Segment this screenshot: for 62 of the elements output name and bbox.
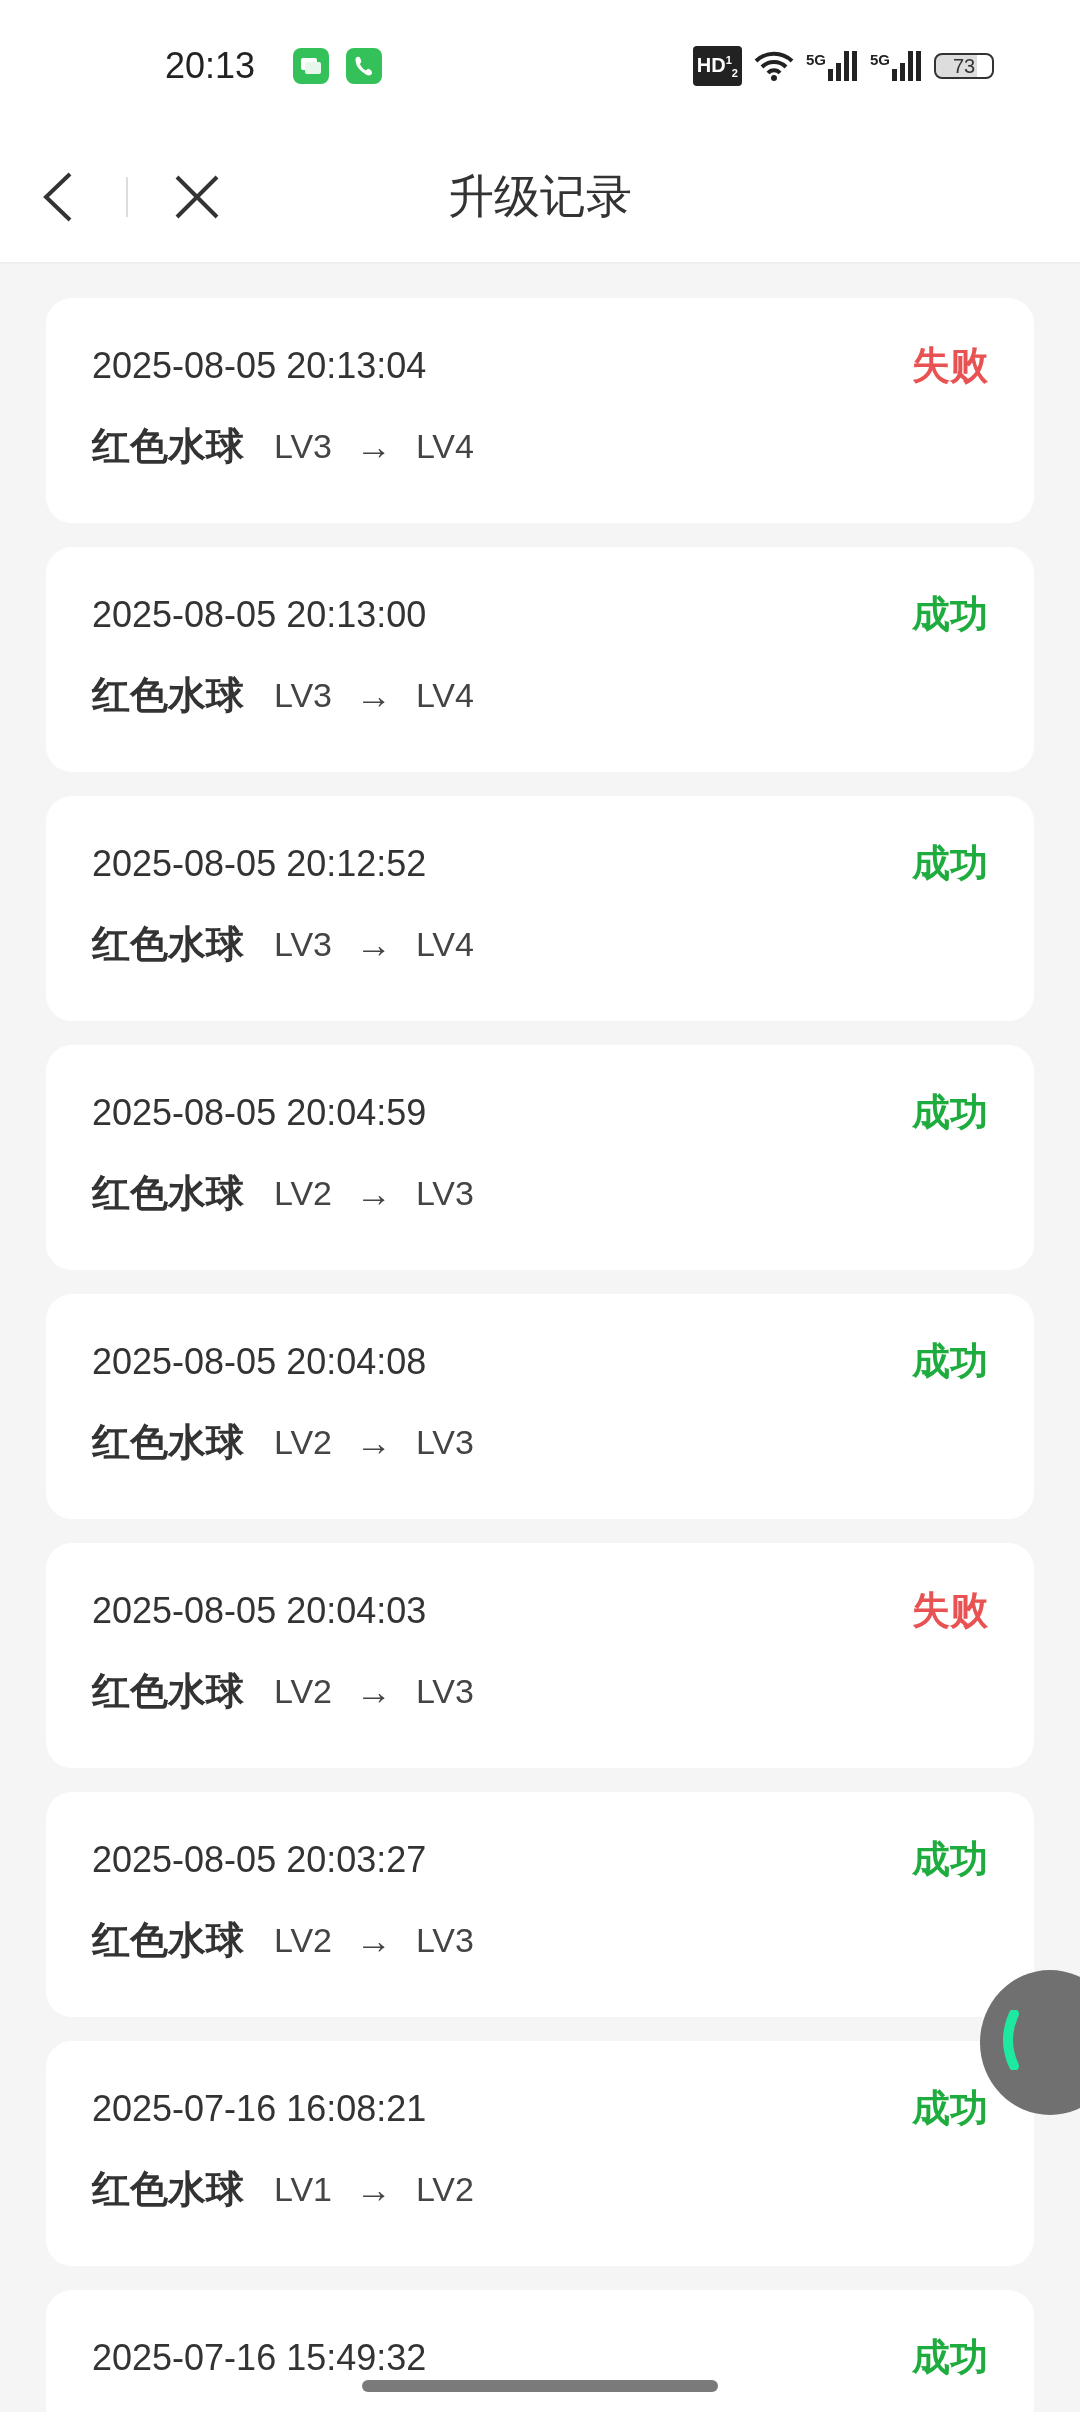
record-status: 成功 — [912, 592, 988, 637]
record-time: 2025-07-16 16:08:21 — [92, 2087, 427, 2130]
level-to: LV3 — [416, 1423, 474, 1462]
level-from: LV2 — [274, 1174, 332, 1213]
level-to: LV3 — [416, 1672, 474, 1711]
status-time: 20:13 — [165, 45, 256, 87]
signal-icon — [828, 51, 858, 81]
page-title: 升级记录 — [448, 169, 632, 224]
level-from: LV1 — [274, 2170, 332, 2209]
record-status: 成功 — [912, 2086, 988, 2131]
battery-indicator: 73 — [934, 53, 994, 79]
level-from: LV3 — [274, 676, 332, 715]
record-status: 成功 — [912, 1090, 988, 1135]
item-name: 红色水球 — [92, 922, 244, 967]
level-to: LV4 — [416, 427, 474, 466]
record-time: 2025-08-05 20:04:03 — [92, 1589, 427, 1632]
arrow-sign: → — [356, 2168, 392, 2211]
record-time: 2025-08-05 20:13:00 — [92, 593, 427, 636]
level-from: LV2 — [274, 1672, 332, 1711]
arrow-sign: → — [356, 923, 392, 966]
level-to: LV3 — [416, 1174, 474, 1213]
level-to: LV4 — [416, 925, 474, 964]
network-label: 5G — [805, 51, 826, 68]
record-status: 失败 — [912, 1588, 988, 1633]
arrow-sign: → — [356, 425, 392, 468]
level-to: LV2 — [416, 2170, 474, 2209]
item-name: 红色水球 — [92, 1669, 244, 1714]
record-time: 2025-07-16 15:49:32 — [92, 2336, 427, 2379]
wifi-icon — [753, 50, 794, 82]
record-status: 成功 — [912, 1837, 988, 1882]
record-time: 2025-08-05 20:03:27 — [92, 1838, 427, 1881]
arrow-sign: → — [356, 1670, 392, 1713]
arrow-sign: → — [356, 1421, 392, 1464]
record-status: 成功 — [912, 2335, 988, 2380]
item-name: 红色水球 — [92, 1171, 244, 1216]
signal-icon — [892, 51, 922, 81]
level-from: LV3 — [274, 427, 332, 466]
arrow-sign: → — [356, 674, 392, 717]
record-time: 2025-08-05 20:13:04 — [92, 344, 427, 387]
item-name: 红色水球 — [92, 1420, 244, 1465]
level-from: LV2 — [274, 1921, 332, 1960]
message-app-icon — [293, 48, 330, 84]
network-label: 5G — [870, 51, 890, 68]
record-time: 2025-08-05 20:04:59 — [92, 1091, 427, 1134]
arrow-sign: → — [356, 1919, 392, 1962]
close-button[interactable] — [174, 174, 220, 220]
record-status: 成功 — [912, 841, 988, 886]
phone-app-icon — [346, 48, 383, 84]
item-name: 红色水球 — [92, 673, 244, 718]
item-name: 红色水球 — [92, 424, 244, 469]
item-name: 红色水球 — [92, 2167, 244, 2212]
level-to: LV3 — [416, 1921, 474, 1960]
record-time: 2025-08-05 20:12:52 — [92, 842, 427, 885]
item-name: 红色水球 — [92, 1918, 244, 1963]
arrow-sign: → — [356, 1172, 392, 1215]
bracket-icon — [1000, 2010, 1020, 2070]
level-from: LV2 — [274, 1423, 332, 1462]
record-status: 成功 — [912, 1339, 988, 1384]
level-to: LV4 — [416, 676, 474, 715]
record-time: 2025-08-05 20:04:08 — [92, 1340, 427, 1383]
record-status: 失败 — [912, 343, 988, 388]
level-from: LV3 — [274, 925, 332, 964]
